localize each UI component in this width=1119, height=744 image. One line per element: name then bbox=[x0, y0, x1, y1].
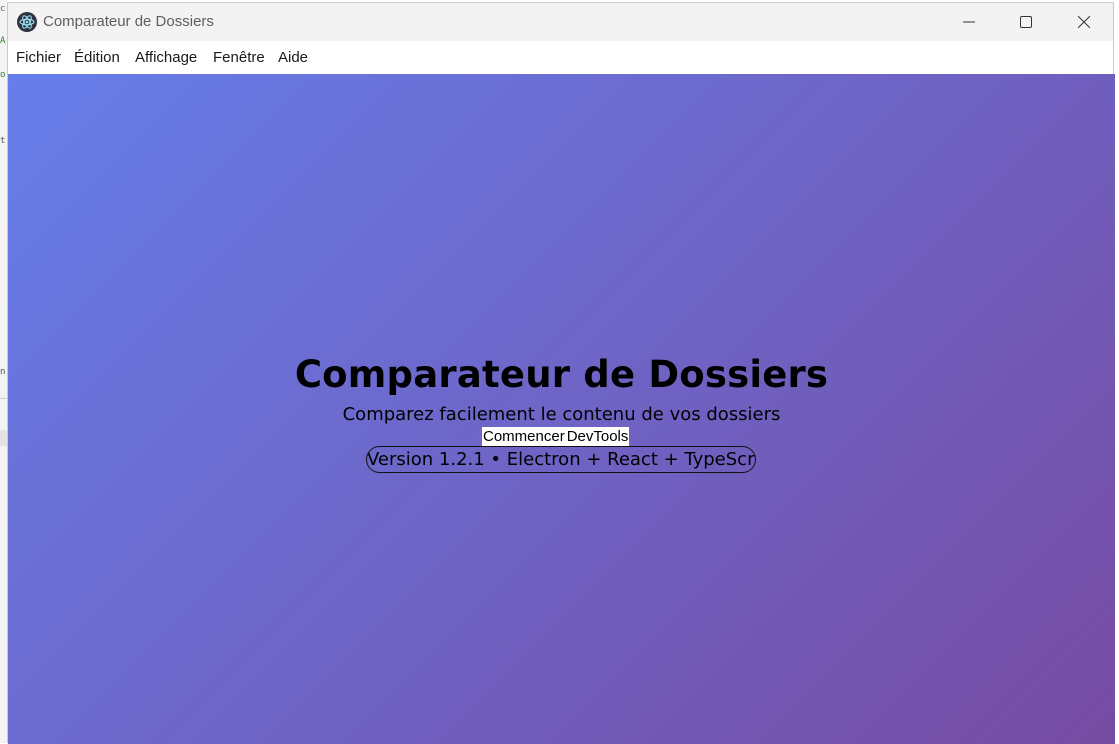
page-title: Comparateur de Dossiers bbox=[294, 353, 829, 396]
maximize-icon bbox=[1020, 16, 1032, 28]
app-window: Comparateur de Dossiers Fichier Édition … bbox=[7, 2, 1115, 744]
page-subtitle: Comparez facilement le contenu de vos do… bbox=[342, 404, 781, 425]
menu-help[interactable]: Aide bbox=[278, 49, 308, 66]
menu-view[interactable]: Affichage bbox=[135, 49, 197, 66]
close-button[interactable] bbox=[1055, 3, 1113, 41]
devtools-button[interactable]: DevTools bbox=[565, 427, 630, 446]
menu-file[interactable]: Fichier bbox=[16, 49, 61, 66]
menu-edit[interactable]: Édition bbox=[74, 49, 120, 66]
minimize-button[interactable] bbox=[940, 3, 998, 41]
background-code-fragment: t bbox=[0, 136, 6, 146]
background-window-edge: c A o t n bbox=[0, 0, 7, 743]
menu-bar: Fichier Édition Affichage Fenêtre Aide bbox=[8, 41, 1113, 74]
main-content: Comparateur de Dossiers Comparez facilem… bbox=[8, 74, 1115, 744]
window-title: Comparateur de Dossiers bbox=[43, 13, 214, 30]
close-icon bbox=[1078, 16, 1090, 28]
background-divider bbox=[0, 398, 7, 399]
background-divider bbox=[0, 430, 7, 446]
start-button[interactable]: Commencer bbox=[482, 427, 566, 446]
maximize-button[interactable] bbox=[997, 3, 1055, 41]
electron-atom-icon bbox=[17, 12, 37, 32]
background-code-fragment: o bbox=[0, 70, 6, 80]
background-code-fragment: A bbox=[0, 36, 6, 46]
background-code-fragment: c bbox=[0, 4, 6, 14]
action-buttons: Commencer DevTools bbox=[482, 427, 630, 446]
minimize-icon bbox=[963, 21, 975, 23]
title-bar[interactable]: Comparateur de Dossiers bbox=[8, 3, 1113, 41]
background-code-fragment: n bbox=[0, 367, 6, 377]
menu-window[interactable]: Fenêtre bbox=[213, 49, 265, 66]
version-badge: Version 1.2.1 • Electron + React + TypeS… bbox=[366, 446, 756, 473]
